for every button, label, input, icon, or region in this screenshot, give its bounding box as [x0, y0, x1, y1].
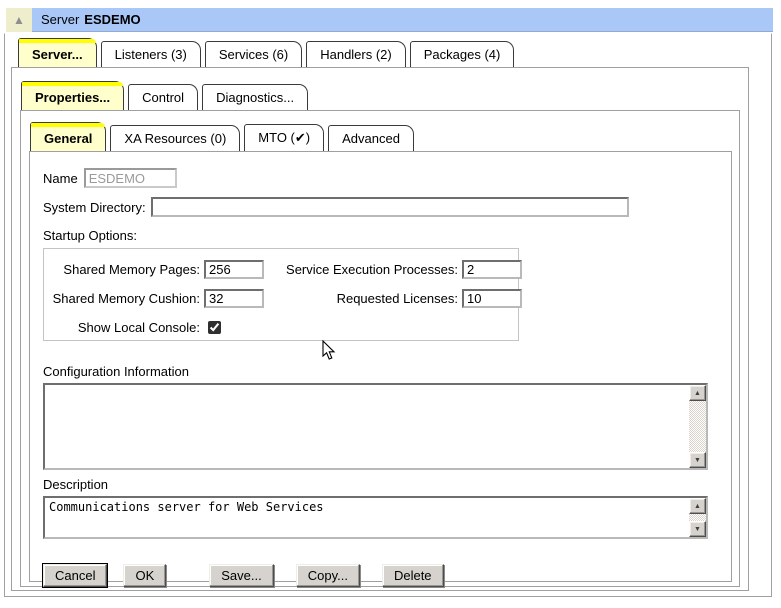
scroll-down-icon: ▼: [694, 457, 701, 464]
configuration-information-label: Configuration Information: [43, 364, 717, 379]
copy-button[interactable]: Copy...: [296, 564, 360, 587]
title-prefix: Server: [41, 12, 79, 27]
description-label: Description: [43, 477, 717, 492]
tab-row-properties: Properties... Control Diagnostics...: [21, 68, 748, 110]
system-directory-label: System Directory:: [43, 200, 146, 215]
startup-options-group: Shared Memory Pages: Service Execution P…: [43, 248, 519, 341]
window-header: ▲ Server ESDEMO: [6, 8, 773, 32]
system-directory-row: System Directory:: [43, 197, 717, 217]
tab-mto[interactable]: MTO (✔): [244, 124, 324, 151]
show-local-console-label: Show Local Console:: [44, 320, 204, 335]
properties-panel: General XA Resources (0) MTO (✔) Advance…: [20, 110, 740, 587]
configuration-information-box: ▲ ▼: [43, 383, 708, 470]
requested-licenses-label: Requested Licenses:: [268, 291, 462, 306]
description-scrollbar[interactable]: ▲ ▼: [689, 498, 706, 537]
server-name: ESDEMO: [84, 12, 140, 27]
tab-xa-resources[interactable]: XA Resources (0): [110, 125, 240, 151]
cancel-button[interactable]: Cancel: [43, 564, 107, 587]
server-page-container: Server... Listeners (3) Services (6) Han…: [4, 33, 772, 597]
startup-options-label: Startup Options:: [43, 228, 717, 243]
shared-memory-pages-label: Shared Memory Pages:: [44, 262, 204, 277]
scroll-down-button[interactable]: ▼: [689, 452, 706, 468]
scroll-up-icon: ▲: [694, 390, 701, 397]
name-row: Name: [43, 168, 717, 188]
general-panel: Name System Directory: Startup Options: …: [29, 151, 732, 582]
tab-handlers[interactable]: Handlers (2): [306, 41, 406, 67]
tab-control[interactable]: Control: [128, 84, 198, 110]
tab-diagnostics[interactable]: Diagnostics...: [202, 84, 308, 110]
tab-row-server: Server... Listeners (3) Services (6) Han…: [18, 34, 771, 67]
scroll-up-button[interactable]: ▲: [689, 385, 706, 401]
name-field: [84, 168, 177, 188]
name-label: Name: [43, 171, 78, 186]
delete-button[interactable]: Delete: [382, 564, 444, 587]
shared-memory-cushion-label: Shared Memory Cushion:: [44, 291, 204, 306]
service-execution-processes-label: Service Execution Processes:: [268, 262, 462, 277]
triangle-icon: ▲: [13, 14, 25, 26]
tab-advanced[interactable]: Advanced: [328, 125, 414, 151]
scroll-down-icon: ▼: [694, 526, 701, 533]
tab-services[interactable]: Services (6): [205, 41, 302, 67]
server-panel: Properties... Control Diagnostics... Gen…: [11, 67, 749, 591]
save-button[interactable]: Save...: [209, 564, 273, 587]
requested-licenses-field[interactable]: [462, 289, 522, 308]
ok-button[interactable]: OK: [123, 564, 166, 587]
system-directory-field[interactable]: [151, 197, 629, 217]
shared-memory-pages-field[interactable]: [204, 260, 264, 279]
description-box: Communications server for Web Services ▲…: [43, 496, 708, 539]
title-bar: Server ESDEMO: [32, 8, 773, 32]
tab-general[interactable]: General: [30, 122, 106, 151]
shared-memory-cushion-field[interactable]: [204, 289, 264, 308]
tab-server[interactable]: Server...: [18, 38, 97, 67]
scroll-up-icon: ▲: [694, 503, 701, 510]
tab-listeners[interactable]: Listeners (3): [101, 41, 201, 67]
action-button-row: Cancel OK Save... Copy... Delete: [43, 564, 717, 587]
tab-properties[interactable]: Properties...: [21, 81, 124, 110]
tab-row-general: General XA Resources (0) MTO (✔) Advance…: [30, 111, 739, 151]
show-local-console-checkbox[interactable]: [208, 321, 221, 334]
scroll-down-button[interactable]: ▼: [689, 521, 706, 537]
configuration-information-textarea[interactable]: [45, 385, 689, 468]
service-execution-processes-field[interactable]: [462, 260, 522, 279]
description-textarea[interactable]: Communications server for Web Services: [45, 498, 689, 537]
scroll-up-button[interactable]: ▲: [689, 498, 706, 514]
configuration-scrollbar[interactable]: ▲ ▼: [689, 385, 706, 468]
tab-packages[interactable]: Packages (4): [410, 41, 515, 67]
collapse-toggle[interactable]: ▲: [6, 8, 32, 32]
